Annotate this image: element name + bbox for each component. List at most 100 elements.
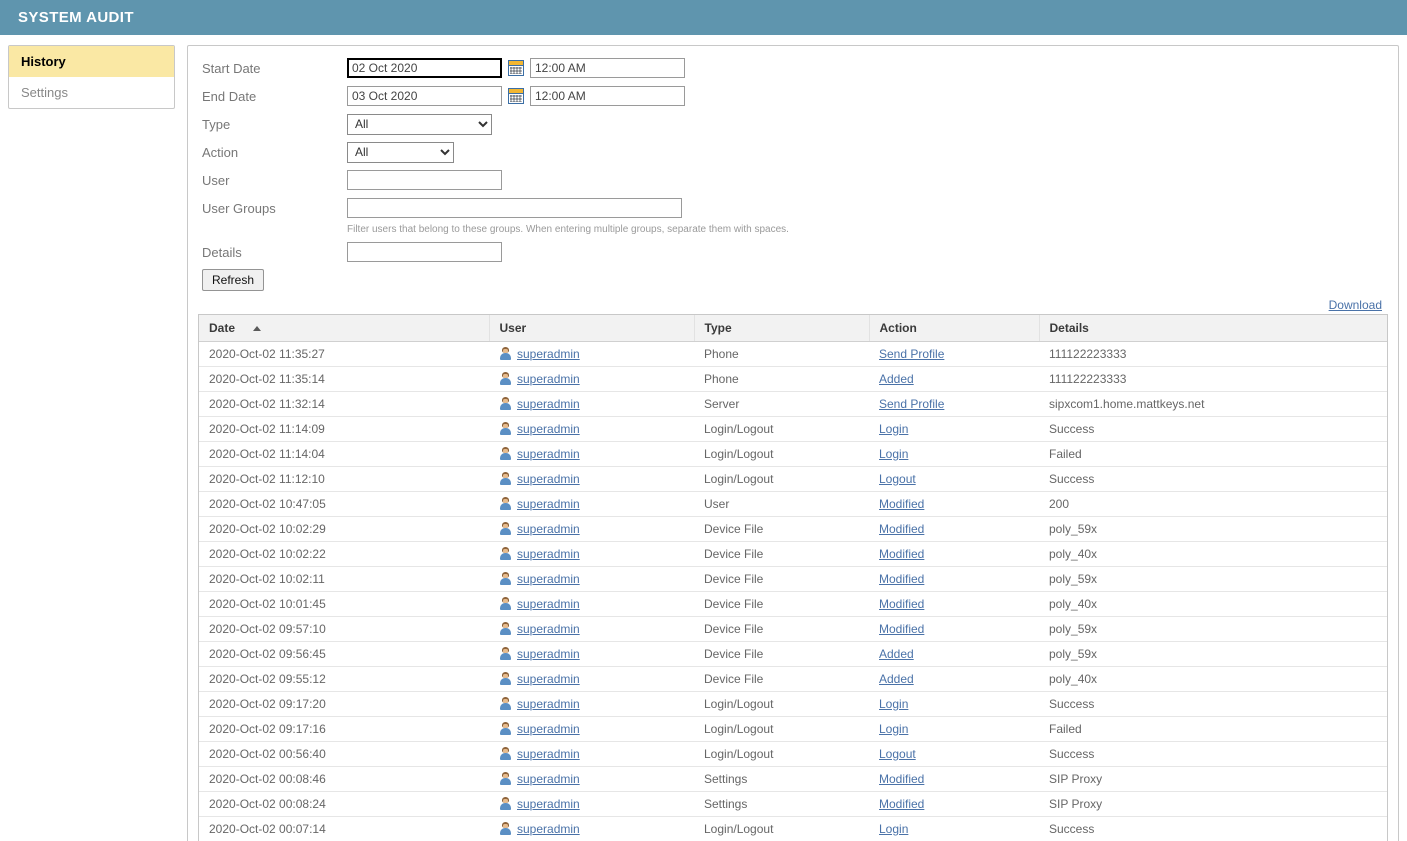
cell-date: 2020-Oct-02 11:35:27: [199, 341, 489, 367]
start-date-input[interactable]: [347, 58, 502, 78]
cell-details: poly_40x: [1039, 666, 1387, 692]
cell-date: 2020-Oct-02 11:35:14: [199, 366, 489, 392]
cell-user: superadmin: [489, 341, 694, 367]
action-link[interactable]: Modified: [879, 522, 924, 536]
table-row: 2020-Oct-02 11:14:04 superadmin Login/Logo…: [199, 441, 1387, 467]
action-link[interactable]: Added: [879, 647, 914, 661]
user-link[interactable]: superadmin: [517, 697, 580, 711]
sidebar-item-settings-label: Settings: [21, 85, 68, 100]
user-link[interactable]: superadmin: [517, 572, 580, 586]
calendar-icon[interactable]: [508, 60, 524, 76]
user-link[interactable]: superadmin: [517, 347, 580, 361]
action-link[interactable]: Logout: [879, 472, 916, 486]
user-link[interactable]: superadmin: [517, 597, 580, 611]
cell-date: 2020-Oct-02 09:56:45: [199, 641, 489, 667]
user-avatar-icon: [499, 647, 512, 660]
action-link[interactable]: Login: [879, 722, 908, 736]
page-body: History Settings Start Date End Date Typ…: [0, 35, 1407, 841]
user-avatar-icon: [499, 722, 512, 735]
action-link[interactable]: Modified: [879, 547, 924, 561]
user-link[interactable]: superadmin: [517, 822, 580, 836]
cell-type: Device File: [694, 641, 869, 667]
action-link[interactable]: Login: [879, 822, 908, 836]
action-link[interactable]: Modified: [879, 622, 924, 636]
action-link[interactable]: Modified: [879, 772, 924, 786]
cell-action: Modified: [869, 566, 1039, 592]
action-link[interactable]: Send Profile: [879, 347, 944, 361]
action-select[interactable]: All: [347, 141, 454, 163]
action-link[interactable]: Modified: [879, 797, 924, 811]
user-link[interactable]: superadmin: [517, 797, 580, 811]
user-link[interactable]: superadmin: [517, 622, 580, 636]
table-row: 2020-Oct-02 10:02:29 superadmin Device Fil…: [199, 516, 1387, 542]
column-header-type[interactable]: Type: [694, 315, 870, 342]
end-time-input[interactable]: [530, 86, 685, 106]
table-row: 2020-Oct-02 09:55:12 superadmin Device Fil…: [199, 666, 1387, 692]
user-groups-row: User Groups: [202, 196, 1388, 220]
table-header-row: Date User Type Action Details: [199, 315, 1387, 342]
table-row: 2020-Oct-02 09:17:16 superadmin Login/Logo…: [199, 716, 1387, 742]
user-link[interactable]: superadmin: [517, 372, 580, 386]
user-link[interactable]: superadmin: [517, 647, 580, 661]
user-link[interactable]: superadmin: [517, 722, 580, 736]
action-link[interactable]: Added: [879, 672, 914, 686]
table-row: 2020-Oct-02 00:08:24 superadmin Settings Mo…: [199, 791, 1387, 817]
start-time-input[interactable]: [530, 58, 685, 78]
cell-user: superadmin: [489, 616, 694, 642]
user-link[interactable]: superadmin: [517, 472, 580, 486]
sidebar-item-settings[interactable]: Settings: [9, 77, 174, 108]
download-link[interactable]: Download: [1329, 298, 1382, 312]
user-link[interactable]: superadmin: [517, 672, 580, 686]
calendar-icon[interactable]: [508, 88, 524, 104]
column-header-details[interactable]: Details: [1039, 315, 1387, 342]
user-link[interactable]: superadmin: [517, 747, 580, 761]
user-link[interactable]: superadmin: [517, 422, 580, 436]
cell-user: superadmin: [489, 666, 694, 692]
cell-user: superadmin: [489, 541, 694, 567]
action-link[interactable]: Modified: [879, 572, 924, 586]
cell-type: Login/Logout: [694, 416, 869, 442]
details-input[interactable]: [347, 242, 502, 262]
type-select[interactable]: All: [347, 113, 492, 135]
column-header-action[interactable]: Action: [869, 315, 1040, 342]
cell-date: 2020-Oct-02 09:17:20: [199, 691, 489, 717]
column-header-user[interactable]: User: [489, 315, 695, 342]
user-avatar-icon: [499, 697, 512, 710]
action-link[interactable]: Send Profile: [879, 397, 944, 411]
user-avatar-icon: [499, 622, 512, 635]
cell-type: Phone: [694, 341, 869, 367]
cell-type: Device File: [694, 666, 869, 692]
refresh-button[interactable]: Refresh: [202, 269, 265, 291]
cell-type: Device File: [694, 616, 869, 642]
action-link[interactable]: Modified: [879, 597, 924, 611]
user-avatar-icon: [499, 372, 512, 385]
user-label: User: [202, 172, 230, 188]
user-input[interactable]: [347, 170, 502, 190]
action-link[interactable]: Modified: [879, 497, 924, 511]
user-avatar-icon: [499, 572, 512, 585]
user-link[interactable]: superadmin: [517, 397, 580, 411]
user-groups-input[interactable]: [347, 198, 682, 218]
cell-details: Failed: [1039, 716, 1387, 742]
cell-date: 2020-Oct-02 11:14:04: [199, 441, 489, 467]
sidebar-item-history[interactable]: History: [9, 46, 174, 77]
cell-action: Login: [869, 416, 1039, 442]
sidebar-item-history-label: History: [21, 54, 66, 69]
user-link[interactable]: superadmin: [517, 447, 580, 461]
user-link[interactable]: superadmin: [517, 497, 580, 511]
details-label: Details: [202, 244, 242, 260]
audit-table-head: Date User Type Action Details: [199, 315, 1387, 342]
action-link[interactable]: Login: [879, 697, 908, 711]
user-link[interactable]: superadmin: [517, 522, 580, 536]
action-link[interactable]: Logout: [879, 747, 916, 761]
cell-user: superadmin: [489, 591, 694, 617]
action-link[interactable]: Login: [879, 447, 908, 461]
end-date-input[interactable]: [347, 86, 502, 106]
action-link[interactable]: Login: [879, 422, 908, 436]
cell-action: Modified: [869, 516, 1039, 542]
user-link[interactable]: superadmin: [517, 547, 580, 561]
page-title: SYSTEM AUDIT: [18, 9, 134, 26]
user-link[interactable]: superadmin: [517, 772, 580, 786]
column-header-date[interactable]: Date: [199, 315, 490, 342]
action-link[interactable]: Added: [879, 372, 914, 386]
